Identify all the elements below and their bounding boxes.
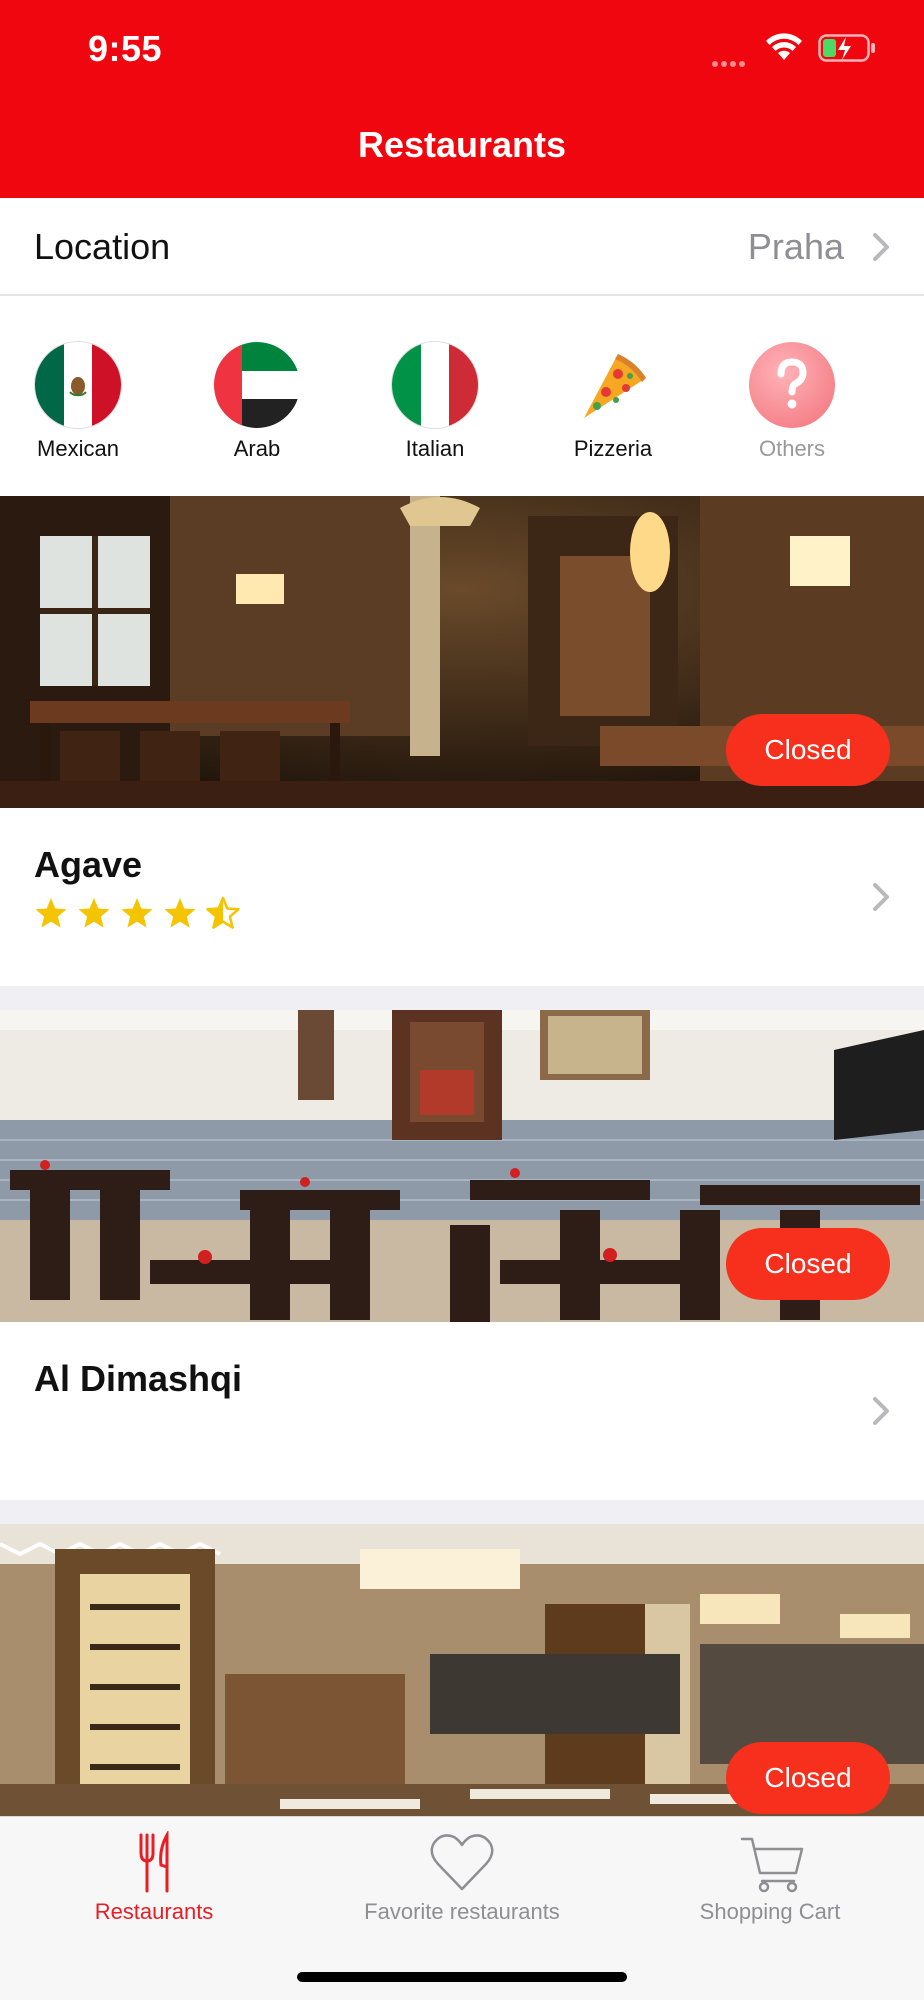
location-row[interactable]: Location Praha <box>0 198 924 296</box>
tab-favorite-restaurants[interactable]: Favorite restaurants <box>308 1817 616 1947</box>
uae-flag-icon <box>214 342 300 428</box>
category-strip: Mexican Arab Italian Pizzeria Others <box>0 296 924 496</box>
chevron-right-icon <box>873 1397 889 1425</box>
chevron-right-icon <box>873 233 889 261</box>
restaurant-info: Al Dimashqi <box>0 1322 924 1496</box>
status-time: 9:55 <box>88 28 163 69</box>
category-label: Italian <box>405 436 465 461</box>
wifi-icon <box>766 33 802 60</box>
status-badge: Closed <box>726 714 890 786</box>
status-badge: Closed <box>726 1228 890 1300</box>
page-title: Restaurants <box>357 124 567 165</box>
chevron-right-icon <box>873 883 889 911</box>
tab-label: Favorite restaurants <box>364 1899 560 1924</box>
status-bar: 9:55 <box>0 0 924 96</box>
location-label: Location <box>34 226 171 267</box>
cart-icon <box>740 1837 804 1893</box>
category-italian[interactable]: Italian <box>360 342 510 462</box>
status-badge: Closed <box>726 1742 890 1814</box>
category-label: Arab <box>233 436 281 461</box>
home-indicator[interactable] <box>297 1972 627 1982</box>
restaurant-card[interactable]: Closed <box>0 1524 924 1816</box>
mexico-flag-icon <box>35 342 121 428</box>
navigation-bar: Restaurants <box>0 96 924 198</box>
category-mexican[interactable]: Mexican <box>3 342 153 462</box>
restaurant-card[interactable]: Closed Al Dimashqi <box>0 1010 924 1500</box>
restaurant-name: Agave <box>34 844 143 885</box>
signal-icon <box>712 54 748 72</box>
battery-icon <box>818 34 875 62</box>
category-others[interactable]: Others <box>717 342 867 462</box>
tab-restaurants[interactable]: Restaurants <box>0 1817 308 1947</box>
fork-knife-icon <box>139 1831 169 1893</box>
question-mark-icon <box>749 342 835 428</box>
category-label: Pizzeria <box>573 436 653 461</box>
tab-shopping-cart[interactable]: Shopping Cart <box>616 1817 924 1947</box>
location-value: Praha <box>747 226 844 267</box>
category-label: Others <box>758 436 826 461</box>
restaurant-info: Agave <box>0 808 924 982</box>
italy-flag-icon <box>392 342 478 428</box>
star-rating <box>35 896 240 929</box>
category-label: Mexican <box>37 436 119 461</box>
heart-icon <box>430 1834 494 1891</box>
restaurant-name: Al Dimashqi <box>34 1358 243 1399</box>
category-arab[interactable]: Arab <box>182 342 332 462</box>
restaurant-card[interactable]: Closed Agave <box>0 496 924 986</box>
tab-label: Restaurants <box>94 1899 214 1924</box>
pizza-slice-icon <box>570 342 656 428</box>
category-pizzeria[interactable]: Pizzeria <box>538 342 688 462</box>
tab-label: Shopping Cart <box>699 1899 841 1924</box>
